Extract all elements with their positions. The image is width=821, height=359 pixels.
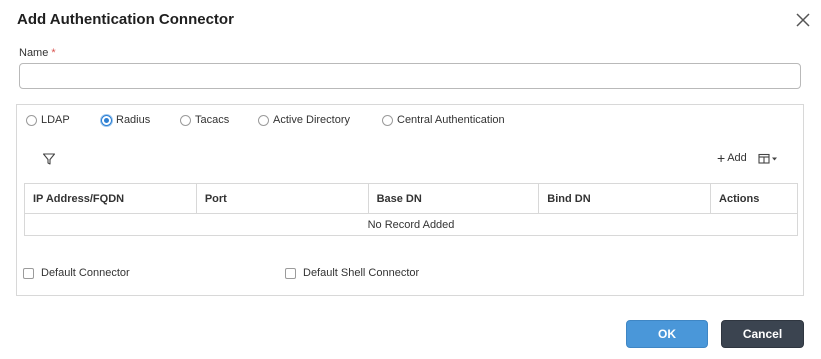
default-connector-checkbox[interactable]: Default Connector: [23, 267, 130, 279]
column-header-actions: Actions: [710, 183, 798, 214]
add-button-label: Add: [727, 152, 747, 164]
add-button[interactable]: + Add: [717, 150, 747, 166]
radio-tacacs-label: Tacacs: [195, 114, 230, 126]
column-header-port[interactable]: Port: [195, 183, 369, 214]
table-header-row: IP Address/FQDN Port Base DN Bind DN Act…: [24, 183, 798, 214]
radio-circle-icon: [26, 114, 37, 126]
name-label: Name *: [19, 47, 56, 59]
radio-circle-icon: [382, 114, 393, 126]
close-icon[interactable]: [795, 12, 811, 28]
radio-radius[interactable]: Radius: [101, 114, 150, 126]
column-header-base-dn[interactable]: Base DN: [367, 183, 540, 214]
cancel-button[interactable]: Cancel: [721, 320, 804, 348]
empty-table-message: No Record Added: [24, 213, 798, 236]
radio-active-directory[interactable]: Active Directory: [258, 114, 350, 126]
column-header-ip-address[interactable]: IP Address/FQDN: [24, 183, 197, 214]
checkbox-icon: [285, 267, 296, 279]
checkbox-icon: [23, 267, 34, 279]
radio-circle-icon: [180, 114, 191, 126]
name-input[interactable]: [19, 63, 801, 89]
default-shell-connector-label: Default Shell Connector: [303, 267, 420, 279]
name-label-text: Name: [19, 47, 49, 59]
radio-circle-checked-icon: [101, 114, 112, 126]
columns-menu-button[interactable]: [758, 152, 780, 166]
radio-central-authentication-label: Central Authentication: [397, 114, 505, 126]
add-authentication-connector-dialog: Add Authentication Connector Name * LDAP …: [0, 0, 821, 359]
columns-icon: [758, 153, 777, 164]
connector-config-panel: LDAP Radius Tacacs Active Directory Cent…: [16, 104, 804, 296]
required-marker: *: [51, 47, 56, 59]
radio-radius-label: Radius: [116, 114, 151, 126]
column-header-bind-dn[interactable]: Bind DN: [538, 183, 712, 214]
radio-active-directory-label: Active Directory: [273, 114, 351, 126]
radio-tacacs[interactable]: Tacacs: [180, 114, 229, 126]
connector-table: IP Address/FQDN Port Base DN Bind DN Act…: [24, 183, 798, 236]
default-connector-label: Default Connector: [41, 267, 130, 279]
radio-circle-icon: [258, 114, 269, 126]
radio-ldap[interactable]: LDAP: [26, 114, 70, 126]
radio-central-authentication[interactable]: Central Authentication: [382, 114, 505, 126]
filter-icon[interactable]: [42, 152, 56, 166]
plus-icon: +: [717, 150, 726, 166]
default-shell-connector-checkbox[interactable]: Default Shell Connector: [285, 267, 419, 279]
dialog-title: Add Authentication Connector: [17, 11, 234, 28]
ok-button[interactable]: OK: [626, 320, 708, 348]
radio-ldap-label: LDAP: [41, 114, 70, 126]
table-row: No Record Added: [24, 213, 798, 236]
